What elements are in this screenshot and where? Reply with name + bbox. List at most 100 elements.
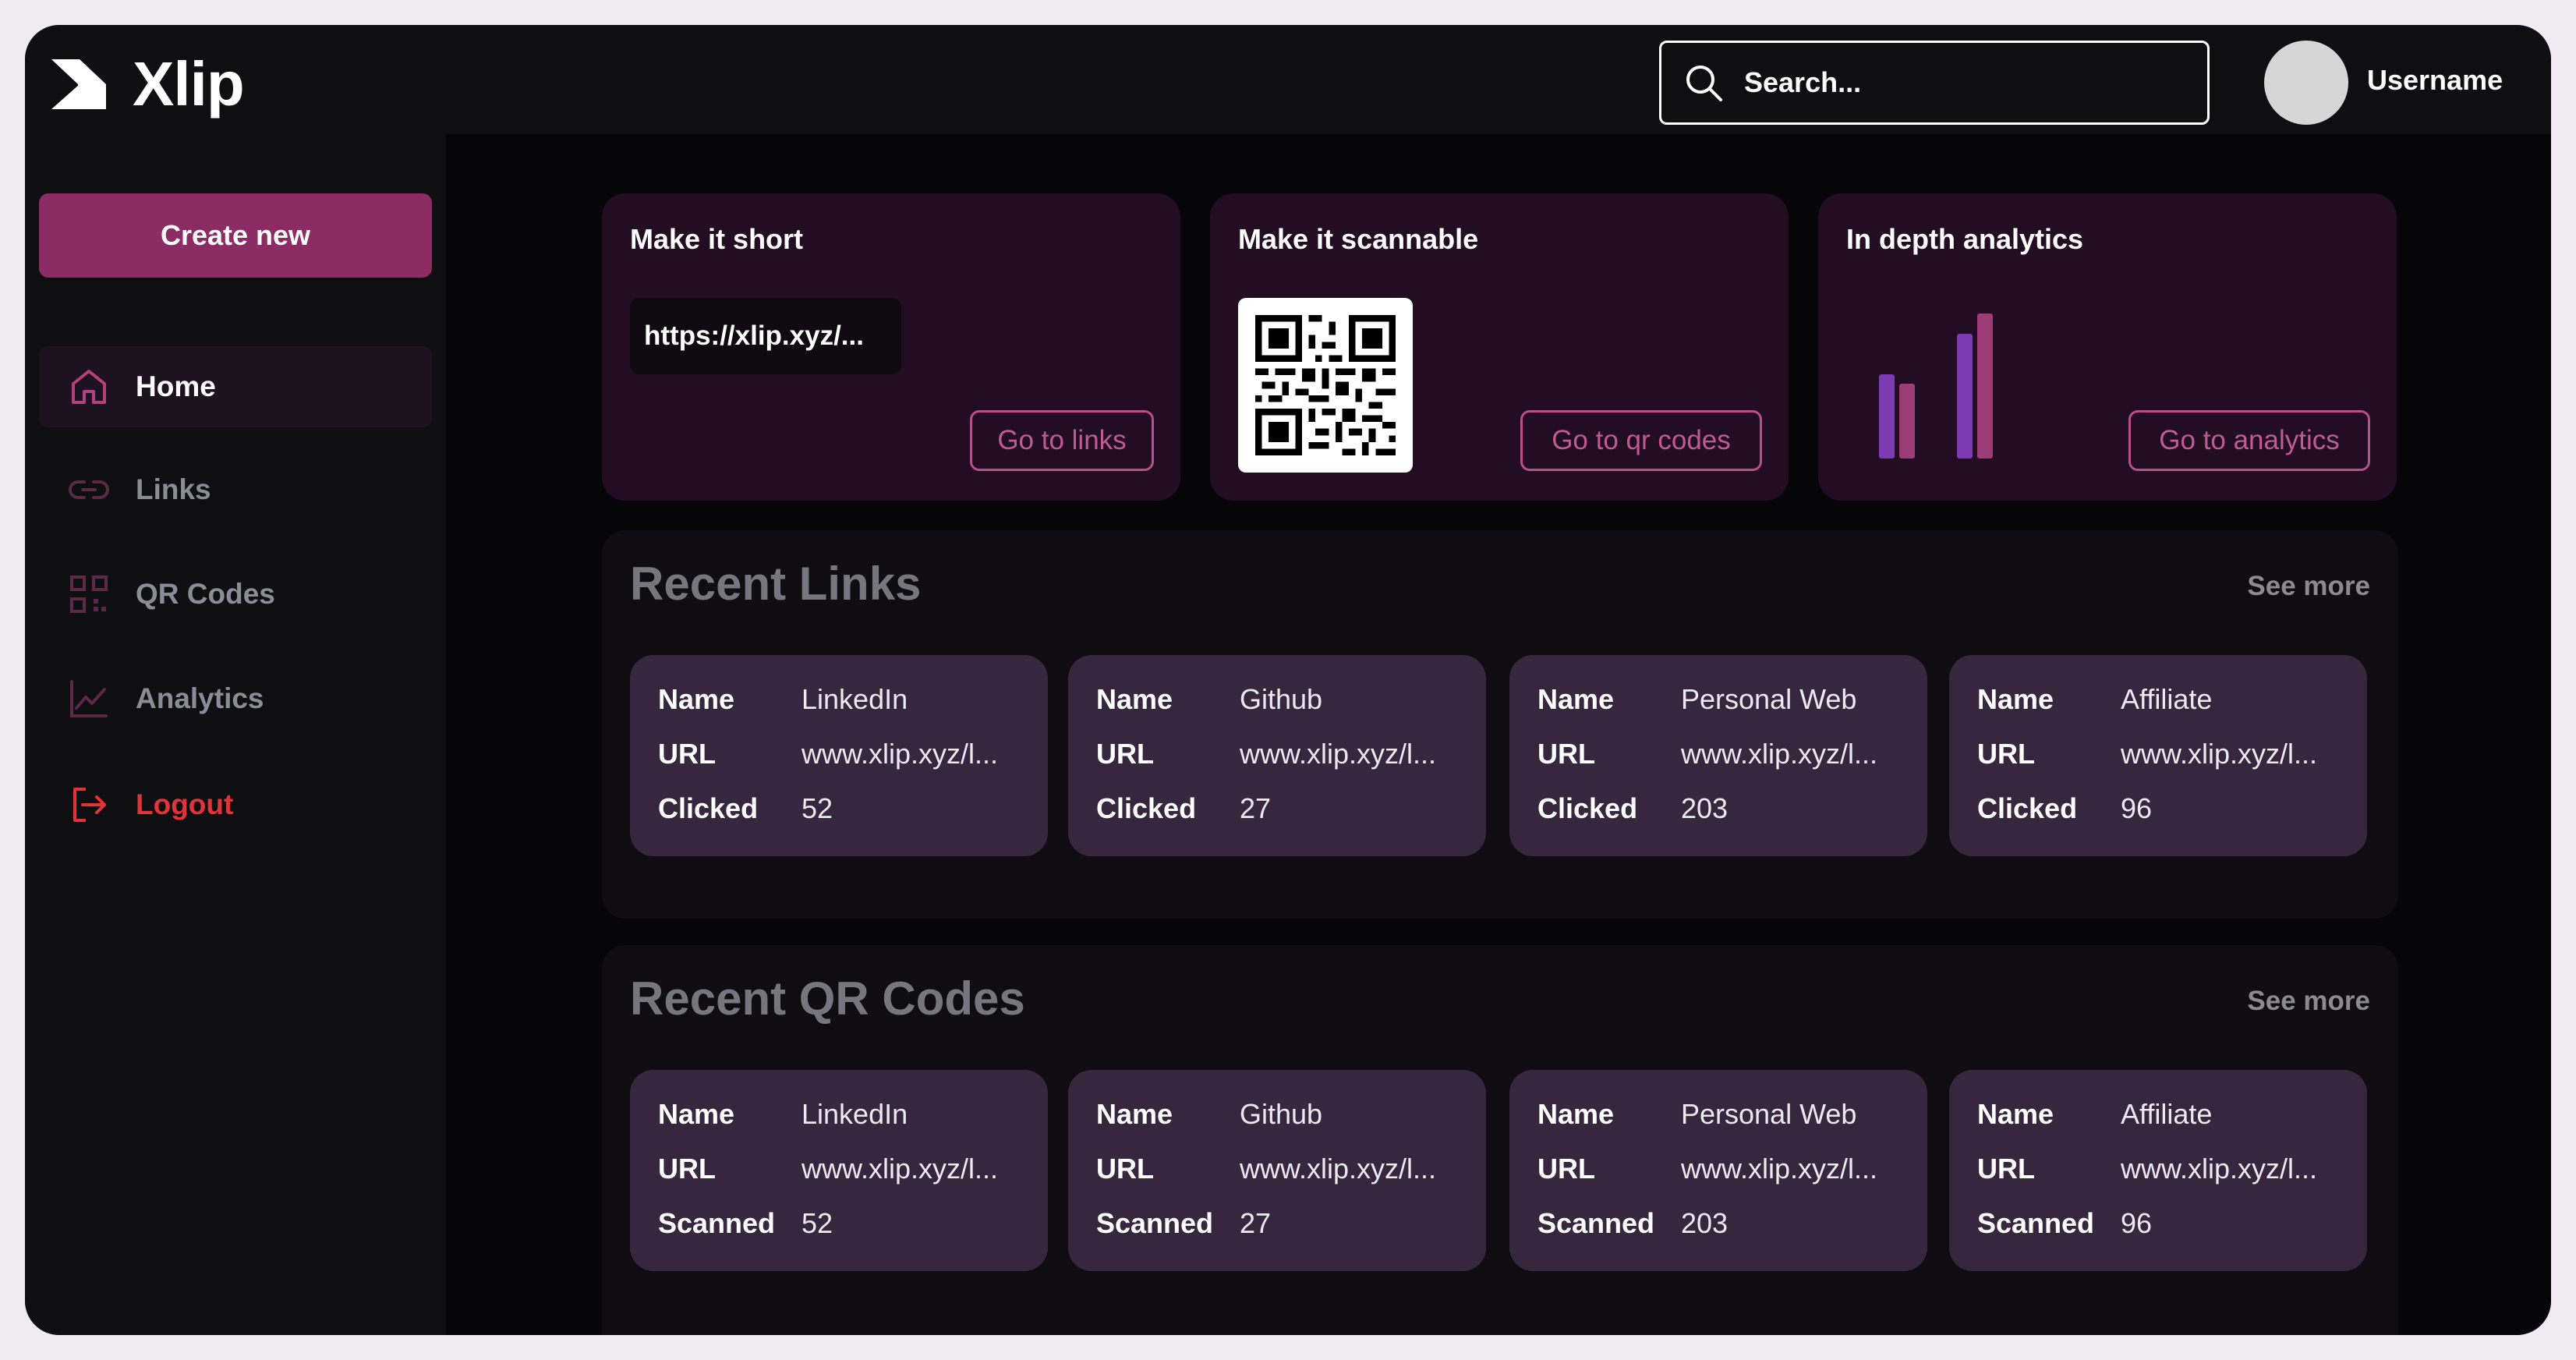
sidebar-item-home[interactable]: Home xyxy=(39,346,432,427)
name-label: Name xyxy=(1537,1098,1615,1130)
analytics-icon xyxy=(70,680,108,717)
sidebar-item-links[interactable]: Links xyxy=(39,449,432,530)
url-label: URL xyxy=(658,1153,716,1185)
scan-count: 27 xyxy=(1240,1207,1272,1239)
sidebar-item-label: Links xyxy=(136,473,211,505)
sidebar-item-label: Logout xyxy=(136,788,234,820)
click-count: 203 xyxy=(1681,792,1729,824)
go-to-analytics-button[interactable]: Go to analytics xyxy=(2128,410,2370,471)
name-label: Name xyxy=(1096,1098,1173,1130)
url-label: URL xyxy=(1096,1153,1154,1185)
qr-name: LinkedIn xyxy=(801,1098,908,1130)
clicked-label: Clicked xyxy=(1977,792,2078,824)
feature-title: Make it short xyxy=(630,223,804,255)
scan-count: 52 xyxy=(801,1207,833,1239)
clicked-label: Clicked xyxy=(1096,792,1197,824)
url-label: URL xyxy=(1977,738,2035,770)
scanned-label: Scanned xyxy=(658,1207,776,1239)
feature-title: In depth analytics xyxy=(1846,223,2084,255)
link-url: www.xlip.xyz/l... xyxy=(2121,738,2318,770)
link-name: Affiliate xyxy=(2121,683,2213,715)
link-icon xyxy=(69,480,109,499)
search-input[interactable]: Search... xyxy=(1659,41,2210,125)
link-card[interactable]: Name Affiliate URL www.xlip.xyz/l... Click… xyxy=(1949,655,2367,856)
feature-card-analytics: In depth analytics Go to analytics xyxy=(1818,193,2397,501)
link-card[interactable]: Name Github URL www.xlip.xyz/l... Clicked 2… xyxy=(1068,655,1486,856)
feature-card-short: Make it short https://xlip.xyz/... Go to… xyxy=(602,193,1180,501)
avatar[interactable] xyxy=(2264,41,2348,125)
sidebar-item-analytics[interactable]: Analytics xyxy=(39,658,432,739)
logo[interactable]: Xlip xyxy=(48,48,245,120)
name-label: Name xyxy=(1977,683,2054,715)
url-label: URL xyxy=(1096,738,1154,770)
qr-name: Affiliate xyxy=(2121,1098,2213,1130)
url-label: URL xyxy=(1977,1153,2035,1185)
xlip-logo-icon xyxy=(51,59,106,109)
qr-url: www.xlip.xyz/l... xyxy=(1240,1153,1437,1185)
qr-card[interactable]: Name Github URL www.xlip.xyz/l... Scanned 2… xyxy=(1068,1070,1486,1271)
sample-short-url: https://xlip.xyz/... xyxy=(630,298,901,374)
link-url: www.xlip.xyz/l... xyxy=(801,738,999,770)
url-label: URL xyxy=(658,738,716,770)
sidebar-item-logout[interactable]: Logout xyxy=(39,764,432,845)
qr-name: Personal Web xyxy=(1681,1098,1857,1130)
qr-card[interactable]: Name LinkedIn URL www.xlip.xyz/l... Scanne… xyxy=(630,1070,1048,1271)
scan-count: 96 xyxy=(2121,1207,2153,1239)
main-content: Make it short https://xlip.xyz/... Go to… xyxy=(446,134,2551,1335)
qr-card[interactable]: Name Personal Web URL www.xlip.xyz/l... Sc… xyxy=(1509,1070,1927,1271)
sidebar-item-label: QR Codes xyxy=(136,578,275,610)
link-name: LinkedIn xyxy=(801,683,908,715)
see-more-qr-link[interactable]: See more xyxy=(2247,986,2370,1017)
url-label: URL xyxy=(1537,738,1595,770)
url-label: URL xyxy=(1537,1153,1595,1185)
scanned-label: Scanned xyxy=(1537,1207,1655,1239)
link-card[interactable]: Name Personal Web URL www.xlip.xyz/l... Cl… xyxy=(1509,655,1927,856)
name-label: Name xyxy=(658,683,735,715)
app-name: Xlip xyxy=(133,49,245,119)
search-icon xyxy=(1686,66,1722,101)
link-card[interactable]: Name LinkedIn URL www.xlip.xyz/l... Clicke… xyxy=(630,655,1048,856)
sidebar-item-qr-codes[interactable]: QR Codes xyxy=(39,554,432,635)
app-window: Xlip Search... Username Create new Home xyxy=(25,25,2551,1335)
link-name: Github xyxy=(1240,683,1323,715)
qr-code-icon xyxy=(70,576,108,613)
clicked-label: Clicked xyxy=(1537,792,1638,824)
recent-qr-codes-section: Recent QR Codes See more Name LinkedIn UR… xyxy=(602,945,2398,1335)
name-label: Name xyxy=(1977,1098,2054,1130)
qr-name: Github xyxy=(1240,1098,1323,1130)
qr-url: www.xlip.xyz/l... xyxy=(801,1153,999,1185)
username[interactable]: Username xyxy=(2367,64,2503,97)
qr-card[interactable]: Name Affiliate URL www.xlip.xyz/l... Scann… xyxy=(1949,1070,2367,1271)
bar-chart-icon xyxy=(1879,313,1993,459)
name-label: Name xyxy=(658,1098,735,1130)
see-more-links-link[interactable]: See more xyxy=(2247,571,2370,602)
link-name: Personal Web xyxy=(1681,683,1857,715)
link-url: www.xlip.xyz/l... xyxy=(1240,738,1437,770)
feature-card-scannable: Make it scannable Go to qr codes xyxy=(1210,193,1789,501)
qr-code-image xyxy=(1238,298,1413,473)
click-count: 96 xyxy=(2121,792,2153,824)
recent-links-section: Recent Links See more Name LinkedIn URL ww… xyxy=(602,530,2398,919)
search-placeholder: Search... xyxy=(1744,66,1862,98)
clicked-label: Clicked xyxy=(658,792,759,824)
link-url: www.xlip.xyz/l... xyxy=(1681,738,1878,770)
qr-url: www.xlip.xyz/l... xyxy=(1681,1153,1878,1185)
sidebar-item-label: Home xyxy=(136,370,216,402)
go-to-links-button[interactable]: Go to links xyxy=(970,410,1154,471)
section-title: Recent Links xyxy=(630,558,922,610)
go-to-qr-codes-button[interactable]: Go to qr codes xyxy=(1520,410,1762,471)
qr-code-icon xyxy=(1255,315,1396,455)
scanned-label: Scanned xyxy=(1977,1207,2095,1239)
section-title: Recent QR Codes xyxy=(630,972,1025,1025)
create-new-button[interactable]: Create new xyxy=(39,193,432,278)
home-icon xyxy=(72,370,106,404)
click-count: 27 xyxy=(1240,792,1272,824)
scanned-label: Scanned xyxy=(1096,1207,1214,1239)
scan-count: 203 xyxy=(1681,1207,1729,1239)
sidebar: Create new Home Links QR Codes Analytics… xyxy=(25,134,446,1335)
qr-url: www.xlip.xyz/l... xyxy=(2121,1153,2318,1185)
logout-icon xyxy=(73,788,106,822)
name-label: Name xyxy=(1537,683,1615,715)
sidebar-item-label: Analytics xyxy=(136,682,264,714)
click-count: 52 xyxy=(801,792,833,824)
